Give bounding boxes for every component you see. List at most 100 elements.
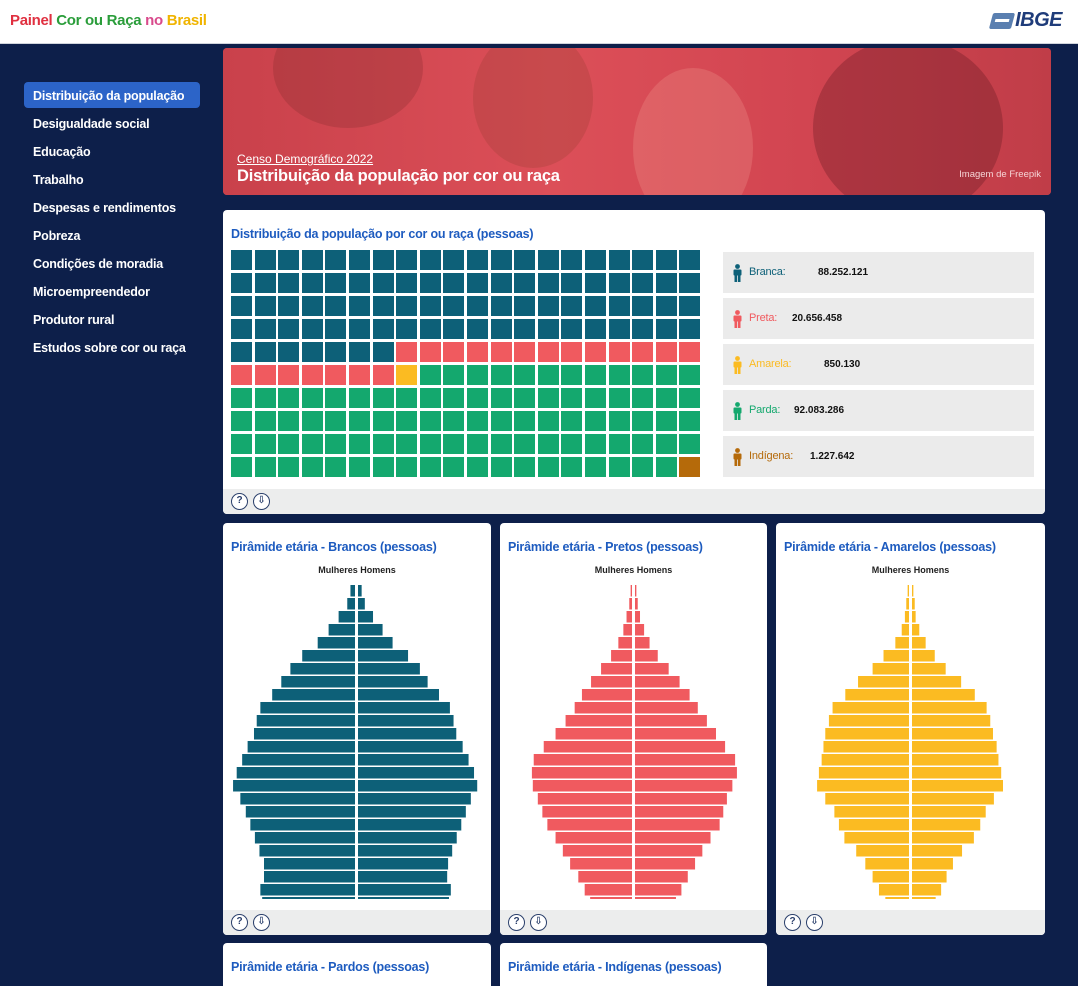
waffle-cell-branca[interactable] <box>679 296 701 316</box>
waffle-cell-branca[interactable] <box>396 250 418 270</box>
pyramid-bar-men[interactable] <box>635 702 698 714</box>
pyramid-bar-men[interactable] <box>635 741 726 753</box>
pyramid-bar-men[interactable] <box>358 728 457 740</box>
waffle-cell-branca[interactable] <box>467 296 488 316</box>
download-icon[interactable]: ⇩ <box>253 493 270 510</box>
waffle-cell-branca[interactable] <box>278 342 300 362</box>
waffle-cell-branca[interactable] <box>372 342 394 362</box>
waffle-cell-parda[interactable] <box>632 388 654 408</box>
pyramid-bar-men[interactable] <box>635 767 737 779</box>
waffle-cell-branca[interactable] <box>490 250 512 270</box>
pyramid-bar-women[interactable] <box>543 741 632 753</box>
waffle-cell-branca[interactable] <box>514 273 536 293</box>
waffle-cell-branca[interactable] <box>679 250 701 270</box>
waffle-cell-branca[interactable] <box>325 250 347 270</box>
pyramid-bar-men[interactable] <box>635 897 676 899</box>
waffle-cell-branca[interactable] <box>301 250 323 270</box>
pyramid-bar-men[interactable] <box>912 663 946 675</box>
waffle-cell-preta[interactable] <box>608 342 630 362</box>
waffle-cell-parda[interactable] <box>231 457 252 477</box>
waffle-cell-parda[interactable] <box>561 457 583 477</box>
waffle-cell-parda[interactable] <box>514 365 536 385</box>
waffle-cell-parda[interactable] <box>514 411 536 431</box>
pyramid-bar-men[interactable] <box>358 897 449 899</box>
pyramid-bar-men[interactable] <box>358 663 420 675</box>
waffle-cell-parda[interactable] <box>537 365 559 385</box>
waffle-cell-branca[interactable] <box>632 273 654 293</box>
waffle-cell-parda[interactable] <box>561 434 583 454</box>
waffle-cell-parda[interactable] <box>679 434 701 454</box>
pyramid-bar-men[interactable] <box>635 637 650 649</box>
waffle-cell-branca[interactable] <box>537 250 559 270</box>
pyramid-bar-men[interactable] <box>358 884 451 896</box>
pyramid-bar-women[interactable] <box>858 676 909 688</box>
pyramid-bar-women[interactable] <box>240 793 355 805</box>
pyramid-bar-men[interactable] <box>912 624 920 636</box>
waffle-cell-parda[interactable] <box>278 457 300 477</box>
ibge-logo[interactable]: IBGE <box>988 9 1062 32</box>
waffle-cell-branca[interactable] <box>325 319 347 339</box>
waffle-cell-parda[interactable] <box>231 434 252 454</box>
pyramid-bar-women[interactable] <box>901 624 909 636</box>
pyramid-bar-men[interactable] <box>912 650 935 662</box>
app-brand[interactable]: Painel Cor ou Raça no Brasil <box>10 12 207 29</box>
pyramid-bar-men[interactable] <box>635 715 707 727</box>
waffle-cell-preta[interactable] <box>443 342 465 362</box>
help-icon[interactable]: ? <box>231 914 248 931</box>
waffle-cell-parda[interactable] <box>396 434 418 454</box>
waffle-cell-parda[interactable] <box>301 411 323 431</box>
waffle-cell-preta[interactable] <box>467 342 488 362</box>
waffle-cell-branca[interactable] <box>655 296 677 316</box>
waffle-cell-branca[interactable] <box>325 342 347 362</box>
pyramid-bar-men[interactable] <box>358 858 449 870</box>
pyramid-bar-women[interactable] <box>281 676 355 688</box>
pyramid-bar-men[interactable] <box>912 676 962 688</box>
pyramid-bar-men[interactable] <box>635 845 703 857</box>
waffle-cell-branca[interactable] <box>608 319 630 339</box>
waffle-cell-preta[interactable] <box>537 342 559 362</box>
pyramid-bar-men[interactable] <box>358 767 475 779</box>
pyramid-bar-men[interactable] <box>912 715 991 727</box>
waffle-cell-parda[interactable] <box>655 365 677 385</box>
pyramid-bar-women[interactable] <box>823 741 909 753</box>
pyramid-bar-women[interactable] <box>347 598 355 610</box>
pyramid-bar-men[interactable] <box>635 624 645 636</box>
pyramid-bar-men[interactable] <box>358 585 362 597</box>
waffle-cell-parda[interactable] <box>467 411 488 431</box>
pyramid-bar-men[interactable] <box>635 689 690 701</box>
waffle-cell-parda[interactable] <box>372 388 394 408</box>
help-icon[interactable]: ? <box>508 914 525 931</box>
waffle-cell-parda[interactable] <box>490 388 512 408</box>
pyramid-bar-women[interactable] <box>260 884 355 896</box>
waffle-cell-parda[interactable] <box>443 365 465 385</box>
pyramid-bar-women[interactable] <box>832 702 909 714</box>
waffle-cell-parda[interactable] <box>608 365 630 385</box>
pyramid-bar-women[interactable] <box>565 715 632 727</box>
pyramid-bar-women[interactable] <box>542 806 632 818</box>
waffle-cell-preta[interactable] <box>655 342 677 362</box>
waffle-cell-parda[interactable] <box>419 411 441 431</box>
waffle-cell-parda[interactable] <box>490 365 512 385</box>
pyramid-bar-men[interactable] <box>912 806 986 818</box>
pyramid-bar-men[interactable] <box>358 871 448 883</box>
pyramid-bar-women[interactable] <box>272 689 355 701</box>
pyramid-bar-men[interactable] <box>635 663 669 675</box>
waffle-cell-parda[interactable] <box>278 411 300 431</box>
waffle-cell-parda[interactable] <box>655 434 677 454</box>
waffle-cell-parda[interactable] <box>632 365 654 385</box>
waffle-cell-branca[interactable] <box>254 296 276 316</box>
pyramid-bar-women[interactable] <box>233 780 355 792</box>
waffle-cell-branca[interactable] <box>372 319 394 339</box>
pyramid-bar-women[interactable] <box>264 858 355 870</box>
waffle-cell-parda[interactable] <box>396 388 418 408</box>
pyramid-bar-women[interactable] <box>328 624 355 636</box>
sidebar-item-4[interactable]: Trabalho <box>24 166 200 192</box>
waffle-cell-indígena[interactable] <box>679 457 701 477</box>
waffle-cell-parda[interactable] <box>561 365 583 385</box>
pyramid-bar-women[interactable] <box>817 780 909 792</box>
pyramid-bar-women[interactable] <box>245 806 355 818</box>
waffle-cell-branca[interactable] <box>443 319 465 339</box>
pyramid-bar-women[interactable] <box>254 832 355 844</box>
waffle-cell-branca[interactable] <box>679 273 701 293</box>
sidebar-item-1[interactable]: Distribuição da população <box>24 82 200 108</box>
